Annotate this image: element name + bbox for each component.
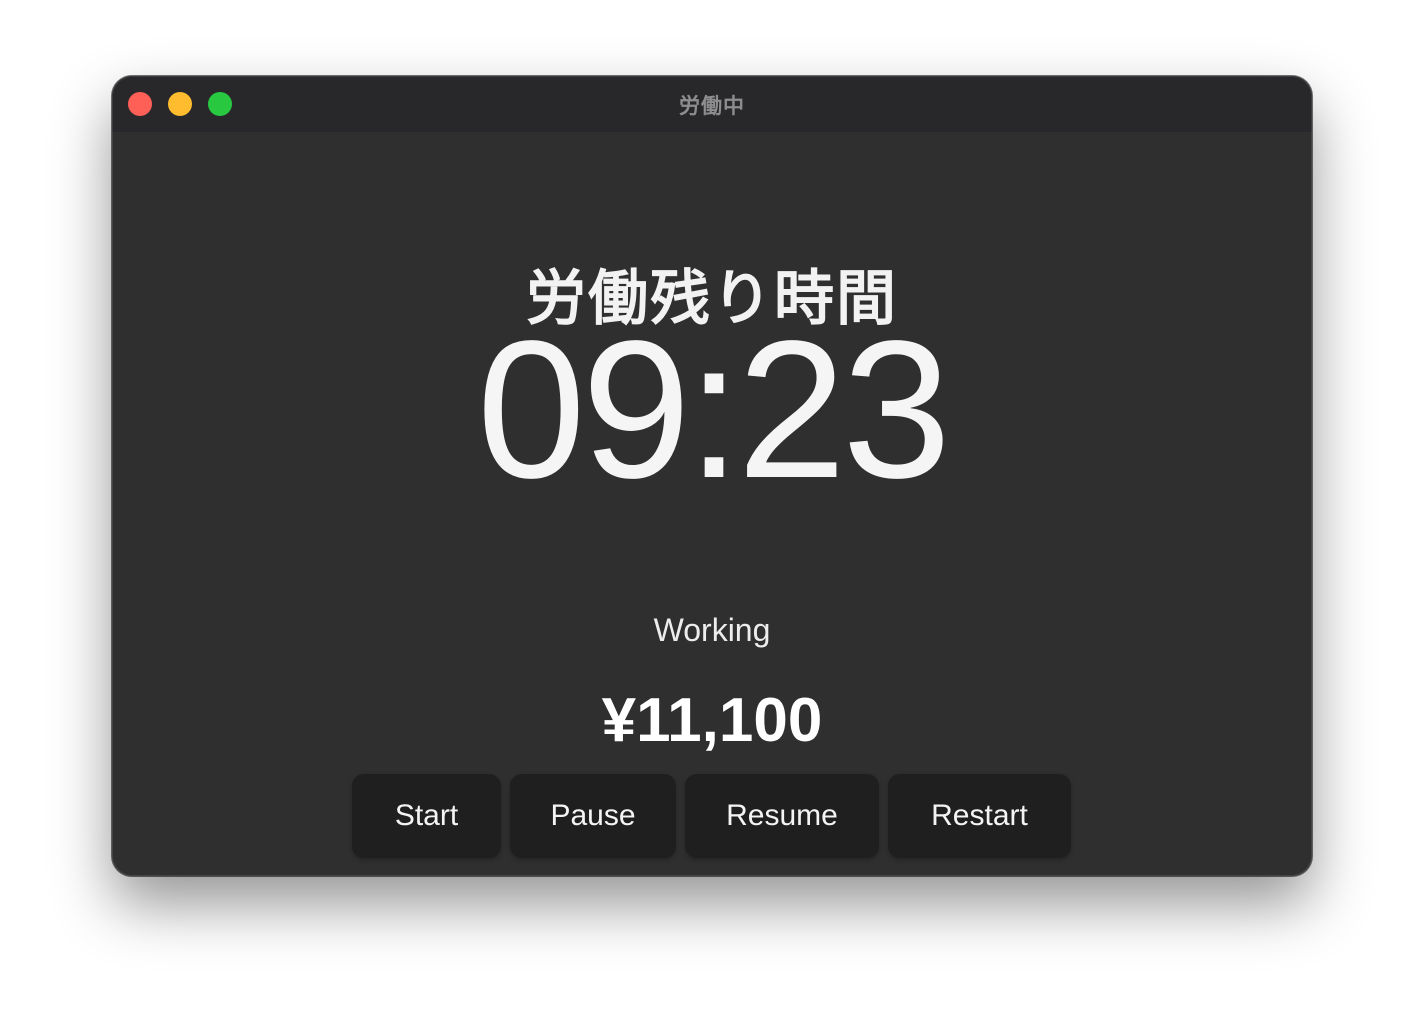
desktop: 労働中 労働残り時間 09:23 Working ¥11,100 Start P…	[0, 0, 1424, 1024]
start-button[interactable]: Start	[352, 774, 501, 858]
timer-panel: 労働残り時間 09:23 Working ¥11,100 Start Pause…	[112, 132, 1312, 876]
app-window: 労働中 労働残り時間 09:23 Working ¥11,100 Start P…	[112, 76, 1312, 876]
pause-button[interactable]: Pause	[510, 774, 676, 858]
earnings-amount: ¥11,100	[601, 686, 823, 755]
window-title: 労働中	[679, 94, 745, 118]
status-label: Working	[653, 612, 771, 648]
restart-button[interactable]: Restart	[888, 774, 1071, 858]
control-buttons: Start Pause Resume Restart	[352, 774, 1071, 858]
resume-button[interactable]: Resume	[685, 774, 879, 858]
countdown-timer: 09:23	[476, 300, 951, 519]
titlebar[interactable]: 労働中	[112, 76, 1312, 132]
